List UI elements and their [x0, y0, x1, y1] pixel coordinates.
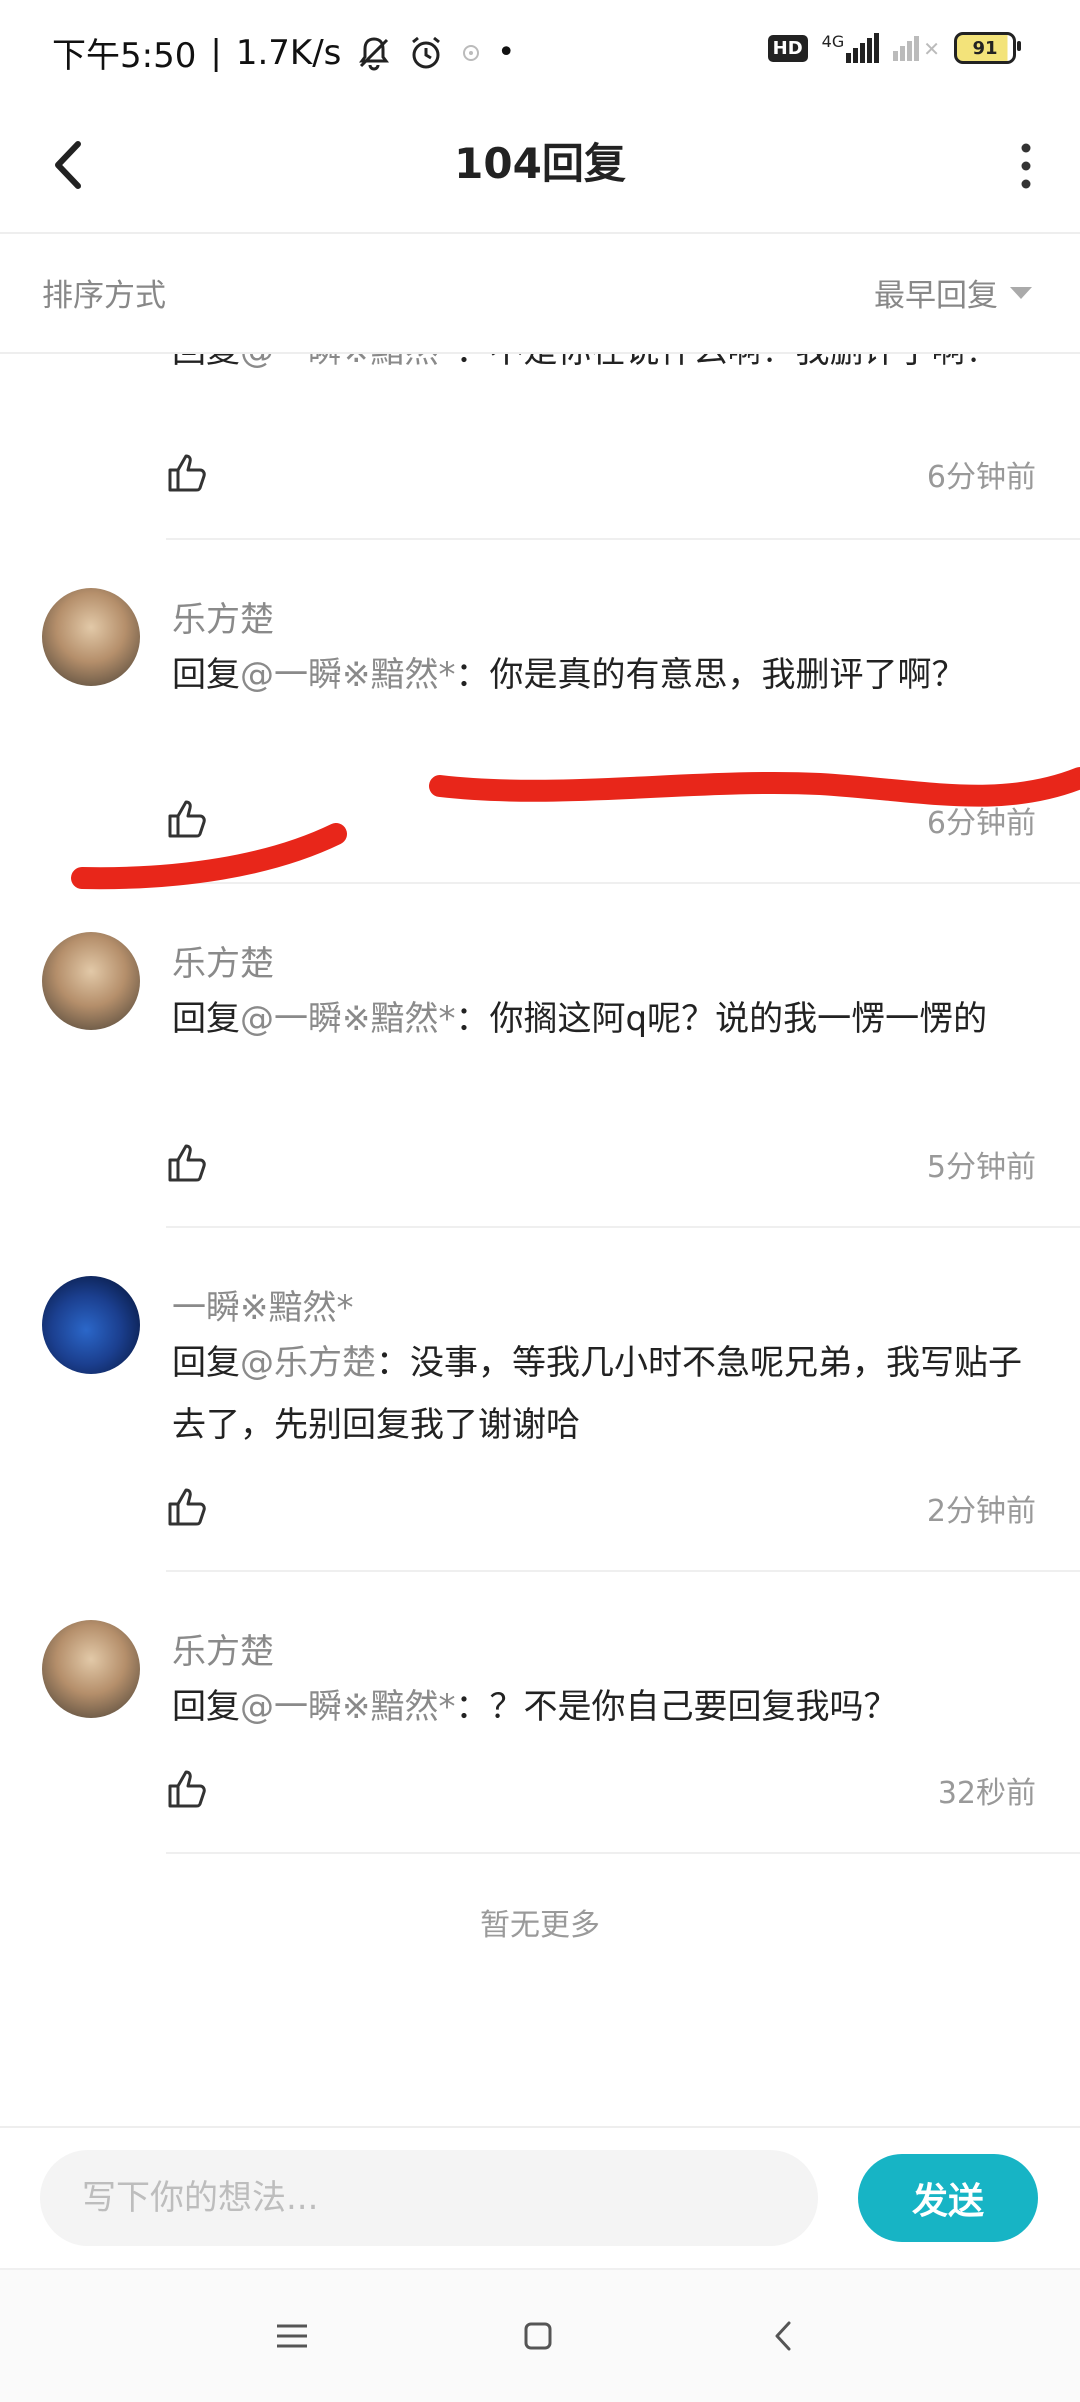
- more-button[interactable]: [1006, 134, 1046, 198]
- thumbs-up-icon[interactable]: [164, 1766, 210, 1812]
- reply-author[interactable]: 乐方楚: [172, 592, 274, 641]
- avatar[interactable]: [42, 1620, 140, 1718]
- back-triangle-icon: [775, 2321, 791, 2351]
- thumbs-up-icon[interactable]: [164, 1484, 210, 1530]
- avatar[interactable]: [42, 588, 140, 686]
- mute-icon: [359, 36, 390, 70]
- hd-badge: HD: [767, 34, 808, 62]
- menu-button[interactable]: [262, 2306, 322, 2366]
- reply-item: 乐方楚 回复@一瞬※黯然*：你是真的有意思，我删评了啊？ 6分钟前: [0, 540, 1080, 884]
- reply-author[interactable]: 乐方楚: [172, 1624, 274, 1673]
- reply-text: 回复@一瞬※黯然*：不是你在说什么啊？我删评了啊？: [172, 354, 1042, 382]
- reply-item: 乐方楚 回复@一瞬※黯然*：你搁这阿q呢？说的我一愣一愣的 5分钟前: [0, 884, 1080, 1228]
- thumbs-up-icon[interactable]: [164, 796, 210, 842]
- system-nav-bar: [0, 2268, 1080, 2402]
- reply-list[interactable]: 回复@一瞬※黯然*：不是你在说什么啊？我删评了啊？ 6分钟前 乐方楚 回复@一瞬…: [0, 354, 1080, 2124]
- reply-time: 2分钟前: [926, 1494, 1036, 1529]
- reply-text: 回复@一瞬※黯然*：？不是你自己要回复我吗？: [172, 1687, 898, 1727]
- reply-item: 回复@一瞬※黯然*：不是你在说什么啊？我删评了啊？ 6分钟前: [0, 354, 1080, 510]
- no-more-label: 暂无更多: [480, 1908, 600, 1943]
- reply-time: 6分钟前: [926, 460, 1036, 495]
- reply-text: 回复@一瞬※黯然*：你是真的有意思，我删评了啊？: [172, 655, 966, 695]
- reply-time: 32秒前: [937, 1776, 1036, 1811]
- reply-author[interactable]: 一瞬※黯然*: [172, 1280, 354, 1329]
- mention-link[interactable]: @一瞬※黯然*: [240, 655, 456, 695]
- network-speed: 1.7K/s: [235, 32, 342, 73]
- thumbs-up-icon[interactable]: [164, 1140, 210, 1186]
- send-button[interactable]: 发送: [858, 2154, 1038, 2242]
- reply-time: 5分钟前: [926, 1150, 1036, 1185]
- mention-link[interactable]: @一瞬※黯然*: [240, 999, 456, 1039]
- reply-time: 6分钟前: [926, 806, 1036, 841]
- caret-down-icon: [1010, 286, 1032, 299]
- mention-link[interactable]: @一瞬※黯然*: [240, 1687, 456, 1727]
- more-vertical-icon: [1021, 143, 1031, 189]
- reply-text: 回复@乐方楚：没事，等我几小时不急呢兄弟，我写贴子去了，先别回复我了谢谢哈: [172, 1343, 1022, 1445]
- avatar[interactable]: [42, 932, 140, 1030]
- status-bar: 下午5:50 | 1.7K/s • HD 4G ✕ 91: [0, 0, 1080, 100]
- signal-sim2-icon: ✕: [893, 35, 940, 61]
- sort-bar: 排序方式 最早回复: [0, 234, 1080, 354]
- page-title: 104回复: [454, 139, 626, 188]
- mention-link[interactable]: @一瞬※黯然*: [240, 354, 456, 371]
- dot-icon: •: [497, 35, 516, 70]
- sort-value: 最早回复: [874, 278, 998, 314]
- square-icon: [524, 2322, 552, 2350]
- sort-dropdown[interactable]: 最早回复: [874, 270, 1032, 315]
- nfc-icon: [463, 44, 480, 61]
- battery-icon: 91: [954, 32, 1021, 64]
- mention-link[interactable]: @乐方楚: [240, 1343, 376, 1383]
- divider: [166, 1852, 1080, 1854]
- alarm-icon: [412, 36, 441, 68]
- system-back-button[interactable]: [754, 2306, 814, 2366]
- sort-label: 排序方式: [42, 278, 166, 314]
- signal-icon: 4G: [822, 32, 880, 63]
- comment-composer: 发送: [0, 2126, 1080, 2268]
- home-button[interactable]: [508, 2306, 568, 2366]
- avatar[interactable]: [42, 1276, 140, 1374]
- reply-author[interactable]: 乐方楚: [172, 936, 274, 985]
- thumbs-up-icon[interactable]: [164, 450, 210, 496]
- header: 104回复: [0, 100, 1080, 234]
- reply-item: 乐方楚 回复@一瞬※黯然*：？不是你自己要回复我吗？ 32秒前: [0, 1572, 1080, 1854]
- comment-input[interactable]: [40, 2150, 818, 2246]
- reply-item: 一瞬※黯然* 回复@乐方楚：没事，等我几小时不急呢兄弟，我写贴子去了，先别回复我…: [0, 1228, 1080, 1572]
- clock: 下午5:50: [52, 36, 197, 76]
- menu-icon: [277, 2324, 307, 2348]
- reply-text: 回复@一瞬※黯然*：你搁这阿q呢？说的我一愣一愣的: [172, 999, 988, 1039]
